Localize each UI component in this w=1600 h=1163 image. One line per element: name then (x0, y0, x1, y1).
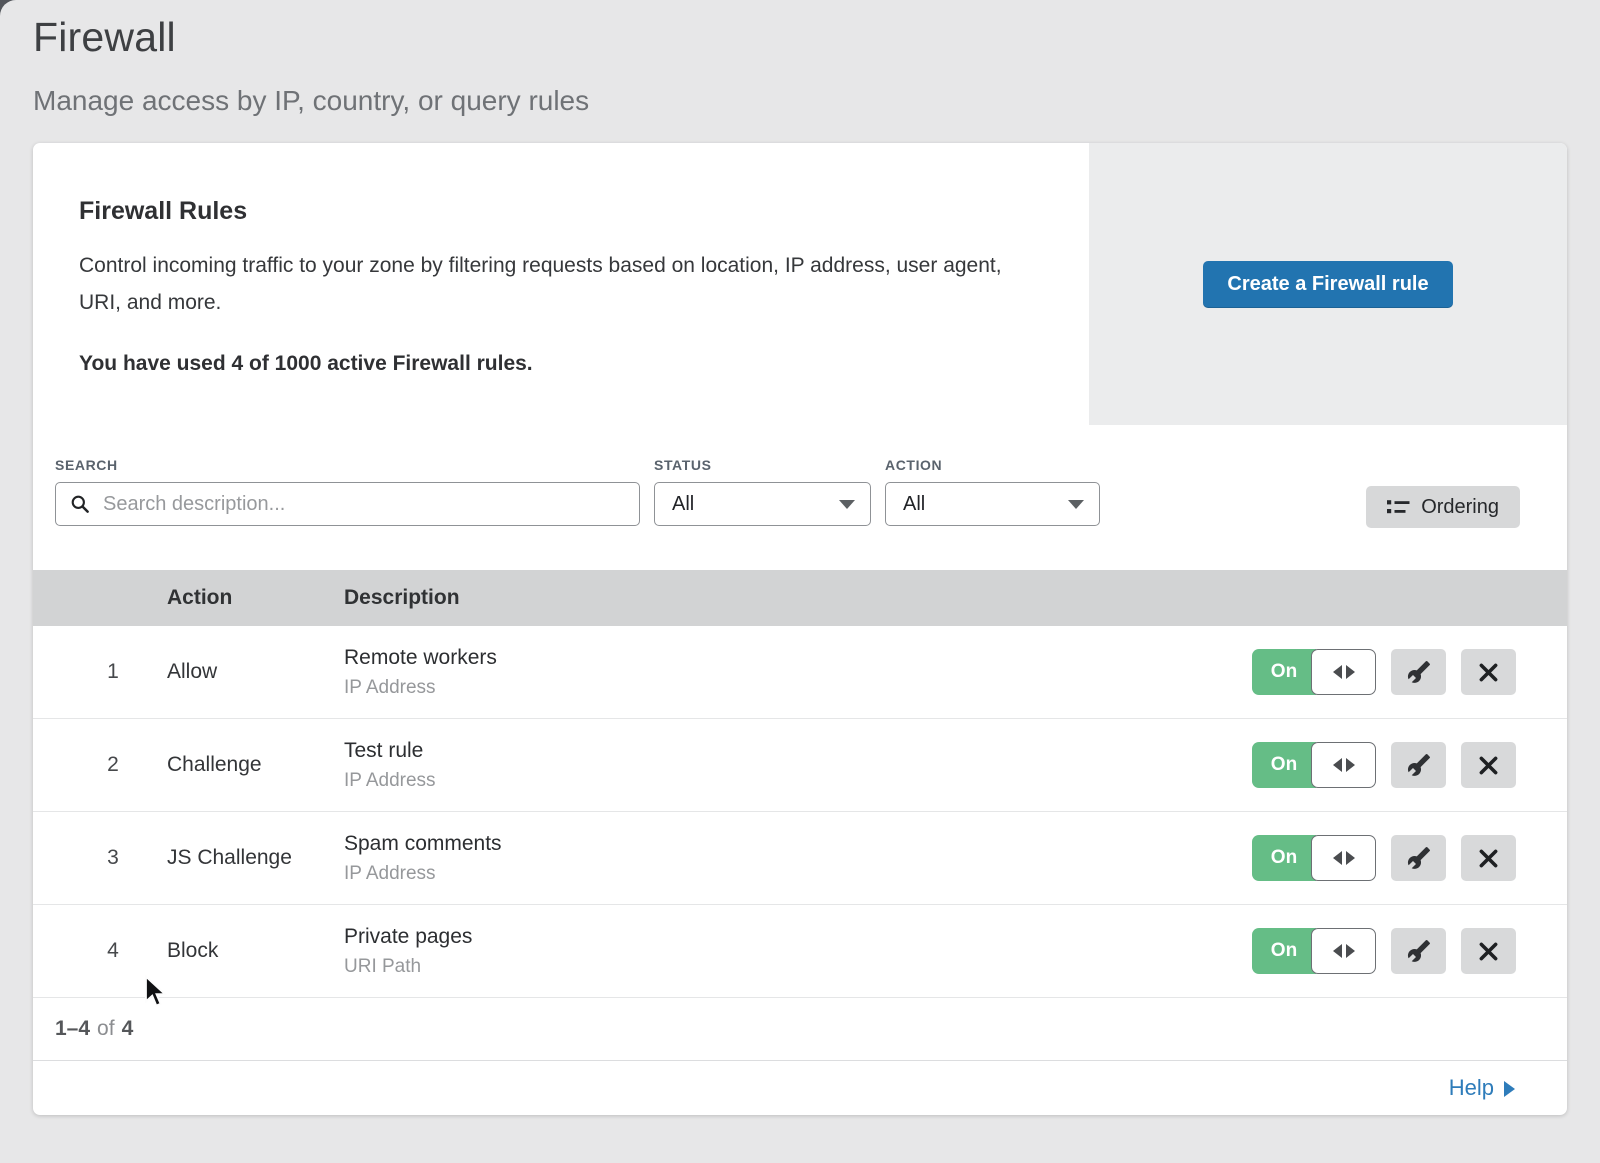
wrench-icon (1407, 846, 1431, 870)
section-description: Control incoming traffic to your zone by… (79, 248, 1029, 322)
delete-rule-button[interactable] (1461, 742, 1516, 788)
table-row: 1 Allow Remote workers IP Address On (33, 626, 1567, 719)
rule-controls: On (1252, 742, 1516, 788)
action-select[interactable]: All (885, 482, 1100, 526)
rule-controls: On (1252, 835, 1516, 881)
ordering-button[interactable]: Ordering (1366, 486, 1520, 528)
page-subtitle: Manage access by IP, country, or query r… (33, 85, 1600, 117)
rule-priority: 1 (93, 660, 133, 684)
toggle-state-label: On (1252, 928, 1316, 974)
action-filter-group: ACTION All (885, 457, 1100, 570)
ordering-button-label: Ordering (1421, 496, 1499, 519)
edit-rule-button[interactable] (1391, 835, 1446, 881)
x-icon (1478, 941, 1499, 962)
pagination-range: 1–4 (55, 1017, 90, 1041)
card-footer: Help (33, 1060, 1567, 1115)
table-row: 3 JS Challenge Spam comments IP Address … (33, 812, 1567, 905)
search-label: SEARCH (55, 457, 640, 473)
rule-match-type: URI Path (344, 956, 472, 978)
edit-rule-button[interactable] (1391, 742, 1446, 788)
rule-enabled-toggle[interactable]: On (1252, 742, 1376, 788)
rule-action: Block (167, 939, 344, 963)
rule-description: Spam comments IP Address (344, 832, 502, 885)
search-icon (70, 494, 90, 514)
help-link[interactable]: Help (1449, 1075, 1515, 1101)
x-icon (1478, 662, 1499, 683)
pagination-total: 4 (122, 1017, 134, 1041)
action-label: ACTION (885, 457, 1100, 473)
intro-text-block: Firewall Rules Control incoming traffic … (33, 143, 1089, 425)
toggle-state-label: On (1252, 835, 1316, 881)
rule-priority: 2 (93, 753, 133, 777)
search-filter-group: SEARCH (55, 457, 640, 570)
action-selected-value: All (903, 493, 925, 516)
rule-description-title: Remote workers (344, 646, 497, 670)
drag-left-right-icon[interactable] (1311, 928, 1376, 974)
status-selected-value: All (672, 493, 694, 516)
rule-enabled-toggle[interactable]: On (1252, 928, 1376, 974)
pagination: 1–4 of 4 (33, 998, 1567, 1060)
page-title: Firewall (33, 14, 1600, 61)
rule-description: Remote workers IP Address (344, 646, 497, 699)
drag-left-right-icon[interactable] (1311, 835, 1376, 881)
search-box (55, 482, 640, 526)
rule-enabled-toggle[interactable]: On (1252, 835, 1376, 881)
wrench-icon (1407, 660, 1431, 684)
table-row: 2 Challenge Test rule IP Address On (33, 719, 1567, 812)
table-header: Action Description (33, 570, 1567, 626)
section-heading: Firewall Rules (79, 197, 1029, 226)
rule-action: JS Challenge (167, 846, 344, 870)
drag-left-right-icon[interactable] (1311, 742, 1376, 788)
pagination-of: of (97, 1017, 115, 1041)
delete-rule-button[interactable] (1461, 928, 1516, 974)
caret-down-icon (839, 500, 855, 509)
x-icon (1478, 755, 1499, 776)
rule-description-title: Test rule (344, 739, 436, 763)
rule-match-type: IP Address (344, 770, 436, 792)
rule-controls: On (1252, 928, 1516, 974)
toggle-state-label: On (1252, 649, 1316, 695)
rule-match-type: IP Address (344, 863, 502, 885)
filters-bar: SEARCH STATUS All ACTION All (33, 425, 1567, 570)
rule-priority: 4 (93, 939, 133, 963)
toggle-state-label: On (1252, 742, 1316, 788)
drag-left-right-icon[interactable] (1311, 649, 1376, 695)
x-icon (1478, 848, 1499, 869)
usage-summary: You have used 4 of 1000 active Firewall … (79, 352, 1029, 376)
rule-controls: On (1252, 649, 1516, 695)
list-ordering-icon (1387, 498, 1410, 516)
column-header-description: Description (344, 586, 460, 610)
delete-rule-button[interactable] (1461, 835, 1516, 881)
help-link-label: Help (1449, 1075, 1494, 1101)
rule-priority: 3 (93, 846, 133, 870)
wrench-icon (1407, 939, 1431, 963)
create-firewall-rule-button[interactable]: Create a Firewall rule (1203, 261, 1452, 308)
status-filter-group: STATUS All (654, 457, 871, 570)
rule-description-title: Spam comments (344, 832, 502, 856)
create-rule-panel: Create a Firewall rule (1089, 143, 1567, 425)
column-header-action: Action (167, 586, 344, 610)
rule-description: Private pages URI Path (344, 925, 472, 978)
page-header: Firewall Manage access by IP, country, o… (0, 0, 1600, 117)
wrench-icon (1407, 753, 1431, 777)
table-row: 4 Block Private pages URI Path On (33, 905, 1567, 998)
rule-enabled-toggle[interactable]: On (1252, 649, 1376, 695)
status-select[interactable]: All (654, 482, 871, 526)
firewall-page: Firewall Manage access by IP, country, o… (0, 0, 1600, 1163)
caret-down-icon (1068, 500, 1084, 509)
rule-description: Test rule IP Address (344, 739, 436, 792)
rule-action: Challenge (167, 753, 344, 777)
rule-action: Allow (167, 660, 344, 684)
delete-rule-button[interactable] (1461, 649, 1516, 695)
edit-rule-button[interactable] (1391, 649, 1446, 695)
rule-match-type: IP Address (344, 677, 497, 699)
chevron-right-icon (1504, 1081, 1515, 1097)
firewall-rules-card: Firewall Rules Control incoming traffic … (33, 143, 1567, 1115)
intro-section: Firewall Rules Control incoming traffic … (33, 143, 1567, 425)
status-label: STATUS (654, 457, 871, 473)
rule-description-title: Private pages (344, 925, 472, 949)
search-input[interactable] (101, 492, 625, 517)
edit-rule-button[interactable] (1391, 928, 1446, 974)
